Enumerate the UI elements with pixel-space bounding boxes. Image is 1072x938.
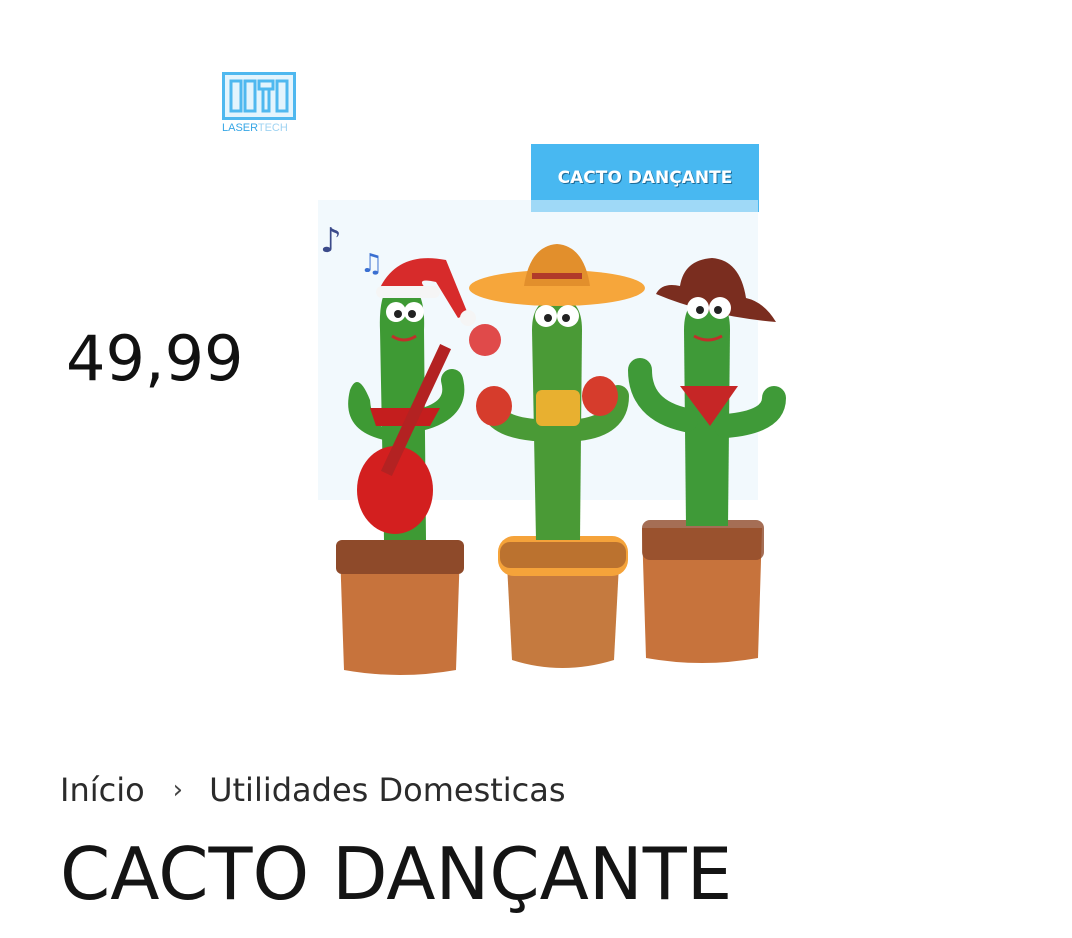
breadcrumb-category-link[interactable]: Utilidades Domesticas — [209, 771, 565, 809]
breadcrumb-home-link[interactable]: Início — [60, 771, 145, 809]
product-title: CACTO DANÇANTE — [60, 832, 733, 916]
product-price: 49,99 — [66, 322, 244, 395]
lasertech-logo: LASERTECH — [222, 72, 298, 138]
svg-text:♫: ♫ — [360, 249, 383, 279]
image-badge-text: CACTO DANÇANTE — [557, 168, 733, 188]
cactus-toys-illustration: ♪ ♫ — [318, 200, 786, 675]
lasertech-logo-text: LASERTECH — [222, 122, 288, 134]
svg-text:♪: ♪ — [320, 221, 342, 261]
chevron-right-icon: › — [172, 775, 184, 805]
lasertech-logo-icon — [222, 72, 296, 120]
breadcrumb: Início › Utilidades Domesticas — [60, 770, 566, 810]
